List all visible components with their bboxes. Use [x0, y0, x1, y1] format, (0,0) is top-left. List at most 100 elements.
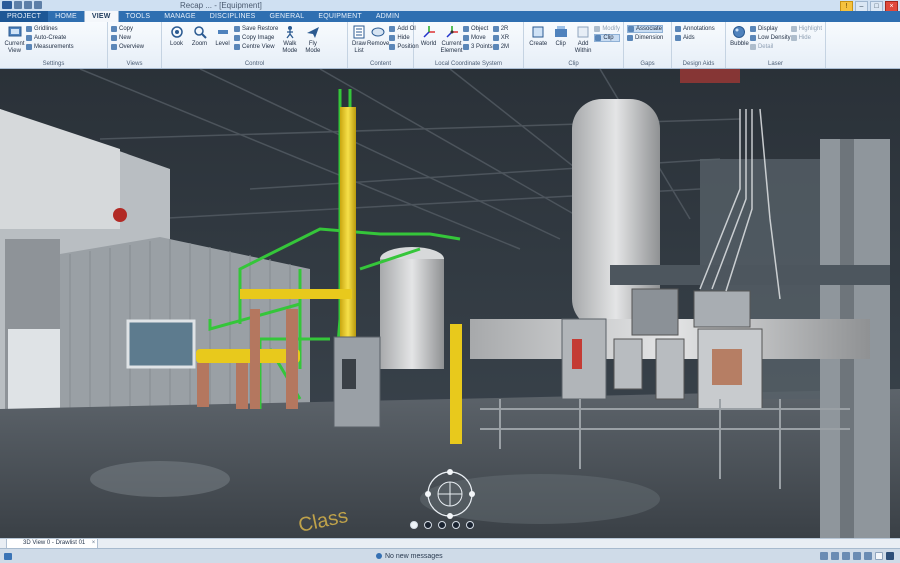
alarm-light — [113, 208, 127, 222]
snap-icon[interactable] — [820, 552, 828, 560]
aids-button[interactable]: Aids — [675, 34, 715, 42]
draw-list-button[interactable]: Draw List — [351, 24, 367, 55]
move-2m-icon — [492, 44, 499, 50]
rotate-xr-button[interactable]: XR — [492, 34, 509, 42]
gridlines-button[interactable]: Gridlines — [26, 25, 74, 33]
lcs-options-b: 2R XR 2M — [492, 24, 509, 51]
fly-mode-button[interactable]: Fly Mode — [301, 24, 324, 55]
tab-view[interactable]: VIEW — [83, 11, 119, 22]
create-clip-button[interactable]: Create — [527, 24, 549, 48]
tab-admin[interactable]: ADMIN — [369, 11, 407, 22]
nav-dot-4[interactable] — [452, 521, 460, 529]
clip-button[interactable]: Clip — [549, 24, 571, 48]
status-menu-icon[interactable] — [4, 553, 12, 560]
clip-options: Modify Clip — [594, 24, 620, 42]
nav-up-icon[interactable] — [447, 469, 453, 475]
nav-dot-1[interactable] — [410, 521, 418, 529]
measurements-button[interactable]: Measurements — [26, 43, 74, 51]
clip-toggle-icon — [595, 35, 602, 41]
redo-icon[interactable] — [34, 1, 42, 9]
layers-icon[interactable] — [853, 552, 861, 560]
bubble-button[interactable]: Bubble — [729, 24, 750, 48]
save-icon[interactable] — [14, 1, 22, 9]
low-density-button[interactable]: Low Density — [749, 34, 791, 42]
window-title: Recap ... - [Equipment] — [180, 1, 262, 10]
display-button[interactable]: Display — [749, 25, 791, 33]
tab-project[interactable]: PROJECT — [0, 11, 49, 22]
rotate-2r-button[interactable]: 2R — [492, 25, 509, 33]
settings-options: Gridlines Auto-Create Measurements — [26, 24, 74, 51]
nav-right-icon[interactable] — [469, 491, 475, 497]
group-views: Copy New Overview Views — [108, 22, 162, 68]
annotations-button[interactable]: Annotations — [675, 25, 715, 33]
lock-icon[interactable] — [842, 552, 850, 560]
undo-icon[interactable] — [24, 1, 32, 9]
nav-dot-2[interactable] — [424, 521, 432, 529]
tab-manage[interactable]: MANAGE — [157, 11, 203, 22]
ribbon-panel: Current View Gridlines Auto-Create Measu… — [0, 22, 900, 69]
current-view-button[interactable]: Current View — [3, 24, 26, 55]
copy-image-button[interactable]: Copy Image — [234, 34, 278, 42]
element-axis-icon — [444, 24, 460, 40]
tab-general[interactable]: GENERAL — [263, 11, 312, 22]
copy-icon — [111, 26, 117, 32]
associate-button[interactable]: Associate — [627, 25, 664, 33]
dimension-icon — [627, 35, 633, 41]
create-clip-icon — [530, 24, 546, 40]
move-button[interactable]: Move — [463, 34, 493, 42]
overview-icon — [111, 44, 117, 50]
group-settings: Current View Gridlines Auto-Create Measu… — [0, 22, 108, 68]
nav-left-icon[interactable] — [425, 491, 431, 497]
highlight-button[interactable]: Highlight — [790, 25, 822, 33]
level-button[interactable]: Level — [211, 24, 234, 48]
display-mode-icon[interactable] — [875, 552, 883, 560]
measurements-icon — [26, 44, 32, 50]
add-within-button[interactable]: Add Within — [572, 24, 594, 55]
walk-mode-button[interactable]: Walk Mode — [278, 24, 301, 55]
object-button[interactable]: Object — [463, 25, 493, 33]
3d-viewport[interactable]: Class — [0, 69, 900, 538]
zoom-icon — [192, 24, 208, 40]
grid-icon[interactable] — [831, 552, 839, 560]
tab-disciplines[interactable]: DISCIPLINES — [203, 11, 263, 22]
save-restore-button[interactable]: Save Restore — [234, 25, 278, 33]
centre-view-button[interactable]: Centre View — [234, 43, 278, 51]
copy-view-button[interactable]: Copy — [111, 25, 144, 33]
remove-button[interactable]: Remove — [367, 24, 389, 48]
modify-clip-button[interactable]: Modify — [594, 25, 620, 33]
zoom-button[interactable]: Zoom — [188, 24, 211, 48]
hide-laser-button[interactable]: Hide — [790, 34, 822, 42]
navigation-wheel[interactable] — [423, 467, 477, 521]
centre-view-icon — [234, 44, 240, 50]
lcs-options-a: Object Move 3 Points — [463, 24, 493, 51]
nav-dot-5[interactable] — [466, 521, 474, 529]
bubble-icon — [731, 24, 747, 40]
dimension-button[interactable]: Dimension — [627, 34, 663, 42]
nav-down-icon[interactable] — [447, 513, 453, 519]
current-element-button[interactable]: Current Element — [440, 24, 463, 55]
detail-button[interactable]: Detail — [749, 43, 791, 51]
camera-icon[interactable] — [864, 552, 872, 560]
world-button[interactable]: World — [417, 24, 440, 48]
new-view-button[interactable]: New — [111, 34, 144, 42]
nav-dot-3[interactable] — [438, 521, 446, 529]
tab-equipment[interactable]: EQUIPMENT — [311, 11, 368, 22]
look-button[interactable]: Look — [165, 24, 188, 48]
close-tab-icon[interactable]: × — [92, 539, 96, 548]
level-icon — [215, 24, 231, 40]
clip-toggle-button[interactable]: Clip — [594, 34, 620, 42]
auto-create-button[interactable]: Auto-Create — [26, 34, 74, 42]
overview-button[interactable]: Overview — [111, 43, 144, 51]
tab-home[interactable]: HOME — [48, 11, 84, 22]
three-points-button[interactable]: 3 Points — [463, 43, 493, 51]
control-options: Save Restore Copy Image Centre View — [234, 24, 278, 51]
tab-tools[interactable]: TOOLS — [119, 11, 158, 22]
fly-icon — [305, 24, 321, 40]
quick-access-toolbar — [2, 1, 42, 9]
fullscreen-icon[interactable] — [886, 552, 894, 560]
app-logo-icon[interactable] — [2, 1, 12, 9]
associate-icon — [628, 26, 634, 32]
new-icon — [111, 35, 117, 41]
views-options: Copy New Overview — [111, 24, 144, 51]
move-2m-button[interactable]: 2M — [492, 43, 509, 51]
